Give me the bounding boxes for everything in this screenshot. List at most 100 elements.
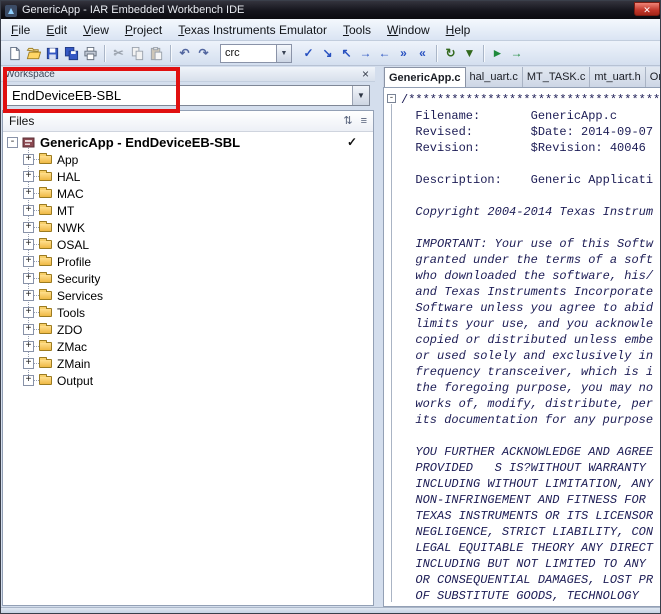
code-line: and Texas Instruments Incorporate — [401, 285, 654, 299]
tree-item-nwk[interactable]: + NWK — [3, 219, 373, 236]
menu-item-file[interactable]: File — [3, 21, 38, 39]
tree-item-services[interactable]: + Services — [3, 287, 373, 304]
tree-item-project[interactable]: - GenericApp - EndDeviceEB-SBL ✓ — [3, 134, 373, 151]
folder-icon — [39, 153, 52, 164]
folder-label: NWK — [57, 221, 85, 235]
expand-icon[interactable]: + — [23, 239, 34, 250]
debug-without-download-icon[interactable]: → — [508, 45, 525, 62]
tab-mt-task-c[interactable]: MT_TASK.c — [522, 67, 591, 87]
fold-collapse-icon[interactable]: - — [387, 94, 396, 103]
tab-hal-uart-c[interactable]: hal_uart.c — [465, 67, 523, 87]
tree-item-tools[interactable]: + Tools — [3, 304, 373, 321]
cut-icon[interactable]: ✂ — [110, 45, 127, 62]
menu-item-texas-instruments-emulator[interactable]: Texas Instruments Emulator — [170, 21, 335, 39]
expand-icon[interactable]: + — [23, 358, 34, 369]
tree-item-osal[interactable]: + OSAL — [3, 236, 373, 253]
tab-on[interactable]: On — [645, 67, 660, 87]
tab-genericapp-c[interactable]: GenericApp.c — [384, 67, 466, 87]
menu-item-help[interactable]: Help — [438, 21, 479, 39]
workspace-close-button[interactable]: × — [360, 68, 371, 80]
folder-icon — [39, 374, 52, 385]
tree-item-mac[interactable]: + MAC — [3, 185, 373, 202]
download-debug-icon[interactable]: ► — [489, 45, 506, 62]
menu-item-project[interactable]: Project — [117, 21, 170, 39]
configuration-dropdown[interactable]: EndDeviceEB-SBL ▼ — [6, 85, 370, 106]
expand-icon[interactable]: + — [23, 256, 34, 267]
save-icon[interactable] — [44, 45, 61, 62]
paste-icon[interactable] — [148, 45, 165, 62]
tree-item-zmain[interactable]: + ZMain — [3, 355, 373, 372]
folder-icon — [39, 170, 52, 181]
window-title: GenericApp - IAR Embedded Workbench IDE — [22, 4, 245, 16]
expand-icon[interactable]: + — [23, 205, 34, 216]
folder-label: Services — [57, 289, 104, 303]
code-line: who downloaded the software, his/ — [401, 269, 654, 283]
expand-icon[interactable]: + — [23, 375, 34, 386]
compile-icon[interactable]: ↻ — [442, 45, 459, 62]
make-icon[interactable]: ▼ — [461, 45, 478, 62]
folder-icon — [39, 340, 52, 351]
copy-icon[interactable] — [129, 45, 146, 62]
expand-icon[interactable]: + — [23, 324, 34, 335]
code-line: NON-INFRINGEMENT AND FITNESS FOR — [401, 493, 654, 507]
undo-icon[interactable]: ↶ — [176, 45, 193, 62]
app-window: GenericApp - IAR Embedded Workbench IDE … — [0, 0, 661, 614]
expand-icon[interactable]: + — [23, 307, 34, 318]
configuration-dropdown-arrow[interactable]: ▼ — [352, 86, 369, 105]
tree-item-hal[interactable]: + HAL — [3, 168, 373, 185]
redo-icon[interactable]: ↷ — [195, 45, 212, 62]
tree-item-security[interactable]: + Security — [3, 270, 373, 287]
active-project-check-icon: ✓ — [346, 135, 357, 149]
expand-icon[interactable]: + — [23, 341, 34, 352]
menu-item-tools[interactable]: Tools — [335, 21, 379, 39]
columns-icon[interactable]: ≡ — [361, 115, 367, 127]
files-header-icons: ⇅ ≡ — [335, 115, 367, 127]
navigate-forward-icon[interactable]: ↘ — [319, 45, 336, 62]
collapse-icon[interactable]: - — [7, 137, 18, 148]
search-combo[interactable]: crc ▼ — [220, 43, 292, 63]
search-combo-dropdown-button[interactable]: ▼ — [276, 44, 291, 62]
editor-tabs: GenericApp.c hal_uart.c MT_TASK.c mt_uart.h… — [383, 67, 660, 87]
find-previous-icon[interactable]: ← — [376, 45, 393, 62]
expand-icon[interactable]: + — [23, 222, 34, 233]
print-icon[interactable] — [82, 45, 99, 62]
workspace-title: Workspace — [5, 68, 55, 80]
navigate-backward-icon[interactable]: ↖ — [338, 45, 355, 62]
find-next-icon[interactable]: → — [357, 45, 374, 62]
menu-item-edit[interactable]: Edit — [38, 21, 75, 39]
folder-icon — [39, 238, 52, 249]
menu-item-view[interactable]: View — [75, 21, 117, 39]
new-document-icon[interactable] — [6, 45, 23, 62]
open-folder-icon[interactable] — [25, 45, 42, 62]
sort-order-icon[interactable]: ⇅ — [343, 115, 352, 127]
next-bookmark-icon[interactable]: » — [395, 45, 412, 62]
expand-icon[interactable]: + — [23, 290, 34, 301]
file-tree: - GenericApp - EndDeviceEB-SBL ✓ + App + HA… — [3, 132, 373, 605]
tree-item-output[interactable]: + Output — [3, 372, 373, 389]
window-close-button[interactable]: ✕ — [634, 2, 660, 16]
save-all-icon[interactable] — [63, 45, 80, 62]
expand-icon[interactable]: + — [23, 154, 34, 165]
toolbar: ✂ ↶ ↷ crc ▼ ✓ ↘ ↖ → ←» «↻ ▼ ► → — [1, 41, 660, 66]
panel-splitter[interactable] — [375, 67, 383, 607]
code-editor[interactable]: - /************************************ … — [383, 87, 660, 607]
tree-item-zmac[interactable]: + ZMac — [3, 338, 373, 355]
previous-bookmark-icon[interactable]: « — [414, 45, 431, 62]
fold-guide-line — [391, 104, 392, 602]
tree-item-profile[interactable]: + Profile — [3, 253, 373, 270]
expand-icon[interactable]: + — [23, 171, 34, 182]
expand-icon[interactable]: + — [23, 188, 34, 199]
tab-mt-uart-h[interactable]: mt_uart.h — [590, 67, 646, 87]
code-line: limits your use, and you acknowle — [401, 317, 654, 331]
code-line: Revised: $Date: 2014-09-07 — [401, 125, 654, 139]
menu-item-window[interactable]: Window — [379, 21, 438, 39]
tree-item-zdo[interactable]: + ZDO — [3, 321, 373, 338]
folder-icon — [39, 272, 52, 283]
goto-check-icon[interactable]: ✓ — [300, 45, 317, 62]
folder-label: MAC — [57, 187, 84, 201]
editor-panel: GenericApp.c hal_uart.c MT_TASK.c mt_uart.h… — [383, 67, 660, 607]
expand-icon[interactable]: + — [23, 273, 34, 284]
tree-item-mt[interactable]: + MT — [3, 202, 373, 219]
project-icon — [22, 136, 35, 149]
tree-item-app[interactable]: + App — [3, 151, 373, 168]
